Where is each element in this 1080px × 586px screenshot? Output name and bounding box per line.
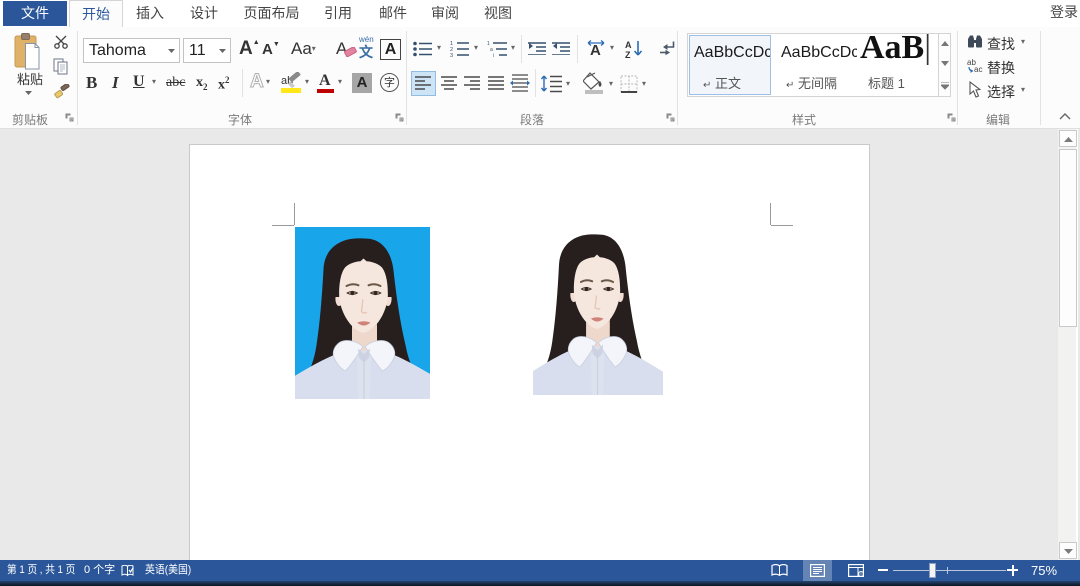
svg-text:ac: ac <box>974 65 982 73</box>
svg-text:A: A <box>590 42 601 59</box>
svg-text:3: 3 <box>450 53 453 58</box>
svg-text:Z: Z <box>625 50 631 59</box>
svg-text:i: i <box>493 53 494 58</box>
svg-text:A: A <box>625 40 632 50</box>
